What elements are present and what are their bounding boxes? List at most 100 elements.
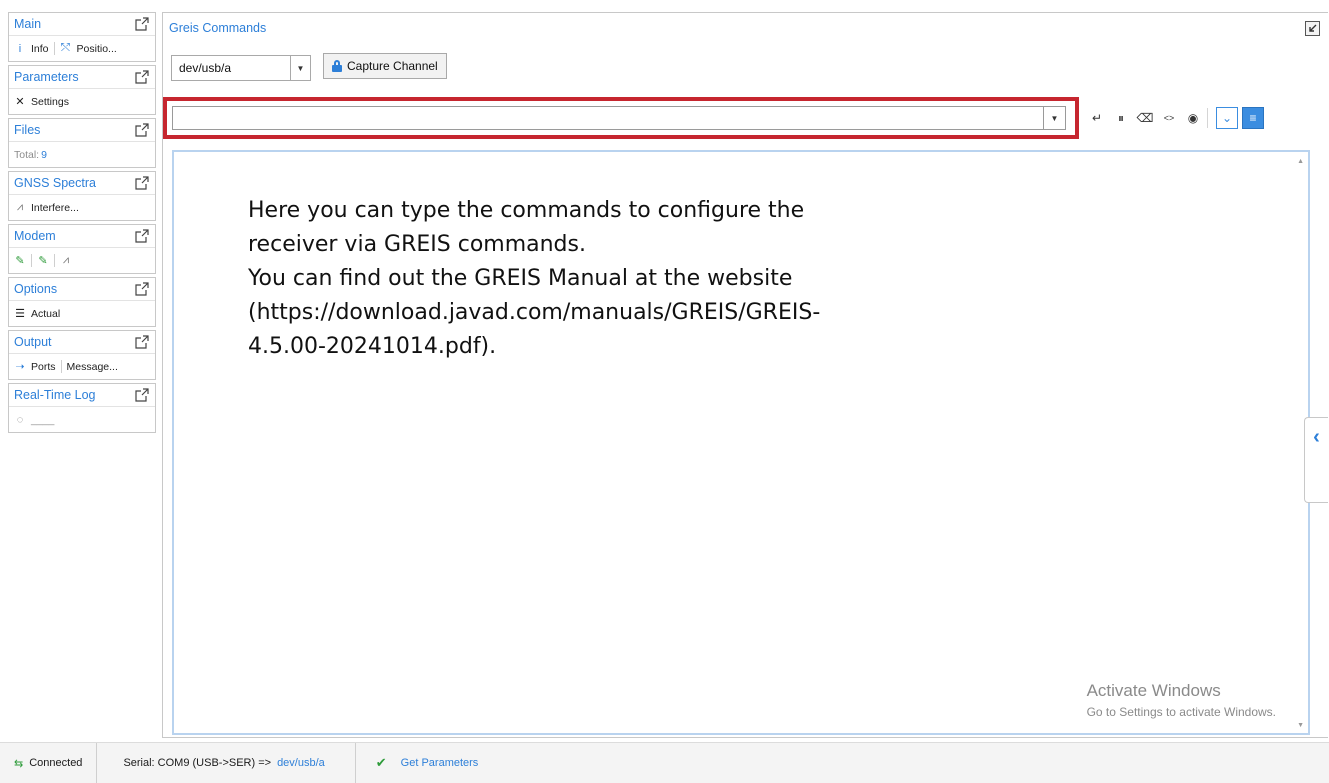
list-icon: ☰ (15, 308, 25, 320)
nav-ports[interactable]: Ports (31, 361, 56, 373)
modem-connect-icon[interactable]: ✎ (14, 255, 26, 267)
panel-title: Files (14, 123, 41, 137)
clear-icon[interactable]: ⌫ (1133, 105, 1157, 131)
watermark-subtitle: Go to Settings to activate Windows. (1086, 705, 1276, 719)
nav-position[interactable]: Positio... (77, 43, 117, 55)
autoscroll-icon[interactable]: ⌄ (1216, 107, 1238, 129)
nav-messages[interactable]: Message... (67, 361, 118, 373)
popout-icon[interactable] (135, 70, 149, 84)
panel-options: Options ☰ Actual (8, 277, 156, 327)
panel-main: Main i Info ⤲ Positio... (8, 12, 156, 62)
serial-port-link[interactable]: dev/usb/a (277, 757, 325, 769)
note-line-1: Here you can type the commands to config… (248, 198, 805, 257)
chevron-down-icon[interactable]: ▼ (290, 56, 310, 80)
nav-interference[interactable]: Interfere... (31, 202, 79, 214)
send-icon[interactable]: ↵ (1085, 105, 1109, 131)
command-input[interactable] (173, 107, 1043, 129)
divider (53, 42, 55, 55)
panel-header[interactable]: GNSS Spectra (9, 172, 155, 195)
get-parameters-link[interactable]: Get Parameters (401, 757, 479, 769)
panel-title: Modem (14, 229, 56, 243)
restore-pane-button[interactable] (1305, 21, 1320, 36)
check-icon: ✔ (375, 755, 387, 770)
divider (60, 360, 62, 373)
divider (54, 254, 55, 267)
panel-header[interactable]: Main (9, 13, 155, 36)
panel-output: Output ➝ Ports Message... (8, 330, 156, 380)
record-icon[interactable]: ◉ (1181, 105, 1205, 131)
command-toolbar: ↵ ⏸ ⌫ <> ◉ ⌄ ≡ (1085, 105, 1264, 131)
instruction-note: Here you can type the commands to config… (248, 194, 868, 364)
greis-commands-pane: Greis Commands dev/usb/a ▼ Capture Chann… (162, 12, 1328, 738)
modem-signal-icon[interactable]: ✎ (37, 255, 49, 267)
popout-icon[interactable] (135, 176, 149, 190)
position-icon: ⤲ (61, 42, 70, 54)
scroll-down-icon[interactable]: ▼ (1297, 722, 1304, 729)
panel-header[interactable]: Modem (9, 225, 155, 248)
popout-icon[interactable] (135, 17, 149, 31)
popout-icon[interactable] (135, 282, 149, 296)
panel-body: ✕ Settings (9, 89, 155, 114)
note-line-2: You can find out the GREIS Manual at the… (248, 266, 821, 359)
info-icon: i (18, 42, 22, 55)
command-output-area[interactable]: ▲ Here you can type the commands to conf… (172, 150, 1310, 735)
chevron-left-icon: ‹ (1313, 426, 1320, 448)
panel-title: Real-Time Log (14, 388, 96, 402)
panel-body: i Info ⤲ Positio... (9, 36, 155, 61)
log-status-icon: ◌ (16, 413, 24, 426)
panel-title: GNSS Spectra (14, 176, 96, 190)
panel-parameters: Parameters ✕ Settings (8, 65, 156, 115)
panel-header[interactable]: Parameters (9, 66, 155, 89)
panel-body[interactable]: Total: 9 (9, 142, 155, 167)
panel-real-time-log: Real-Time Log ◌ ____ (8, 383, 156, 433)
capture-channel-label: Capture Channel (347, 59, 438, 73)
lock-icon (332, 60, 342, 72)
pane-title: Greis Commands (169, 21, 267, 35)
popout-icon[interactable] (135, 229, 149, 243)
nav-info[interactable]: Info (31, 43, 49, 55)
connection-status-text: Connected (29, 757, 83, 769)
panel-gnss-spectra: GNSS Spectra ⩘ Interfere... (8, 171, 156, 221)
port-select-value: dev/usb/a (179, 61, 232, 75)
status-bar: ⇆ Connected Serial: COM9 (USB->SER) => d… (0, 742, 1329, 783)
panel-header[interactable]: Files (9, 119, 155, 142)
side-panel-toggle[interactable]: ‹ (1304, 417, 1328, 503)
nav-actual[interactable]: Actual (31, 308, 60, 320)
pause-icon[interactable]: ⏸ (1109, 105, 1133, 131)
capture-channel-button[interactable]: Capture Channel (323, 53, 447, 79)
divider (1207, 108, 1208, 128)
popout-icon[interactable] (135, 335, 149, 349)
left-sidebar: Main i Info ⤲ Positio... Parameters ✕ Se… (8, 12, 156, 436)
panel-header[interactable]: Output (9, 331, 155, 354)
command-combobox[interactable]: ▼ (172, 106, 1066, 130)
chevron-down-icon[interactable]: ▼ (1043, 107, 1065, 129)
panel-title: Options (14, 282, 58, 296)
panel-header[interactable]: Options (9, 278, 155, 301)
panel-body: ☰ Actual (9, 301, 155, 326)
log-status-text: ____ (31, 413, 55, 426)
port-select[interactable]: dev/usb/a ▼ (171, 55, 311, 81)
hex-icon[interactable]: <> (1157, 105, 1181, 131)
panel-body: ◌ ____ (9, 407, 155, 432)
connection-status[interactable]: ⇆ Connected (0, 743, 98, 783)
ports-arrow-icon: ➝ (15, 361, 25, 373)
settings-tools-icon: ✕ (15, 96, 25, 108)
watermark-title: Activate Windows (1086, 681, 1221, 700)
panel-body: ⩘ Interfere... (9, 195, 155, 220)
divider (31, 254, 32, 267)
popout-icon[interactable] (135, 123, 149, 137)
wrap-icon[interactable]: ≡ (1242, 107, 1264, 129)
popout-icon[interactable] (135, 388, 149, 402)
panel-header[interactable]: Real-Time Log (9, 384, 155, 407)
activate-windows-watermark: Activate Windows Go to Settings to activ… (1087, 681, 1276, 719)
get-parameters[interactable]: ✔ Get Parameters (356, 743, 493, 783)
serial-prefix: Serial: COM9 (USB->SER) => (123, 757, 272, 769)
files-total-value: 9 (41, 148, 47, 161)
serial-status: Serial: COM9 (USB->SER) => dev/usb/a (97, 743, 356, 783)
connection-icon: ⇆ (14, 757, 24, 770)
modem-chart-icon[interactable]: ⩘ (60, 254, 72, 267)
panel-title: Parameters (14, 70, 79, 84)
scroll-up-icon[interactable]: ▲ (1297, 158, 1304, 165)
panel-title: Output (14, 335, 52, 349)
nav-settings[interactable]: Settings (31, 96, 69, 108)
